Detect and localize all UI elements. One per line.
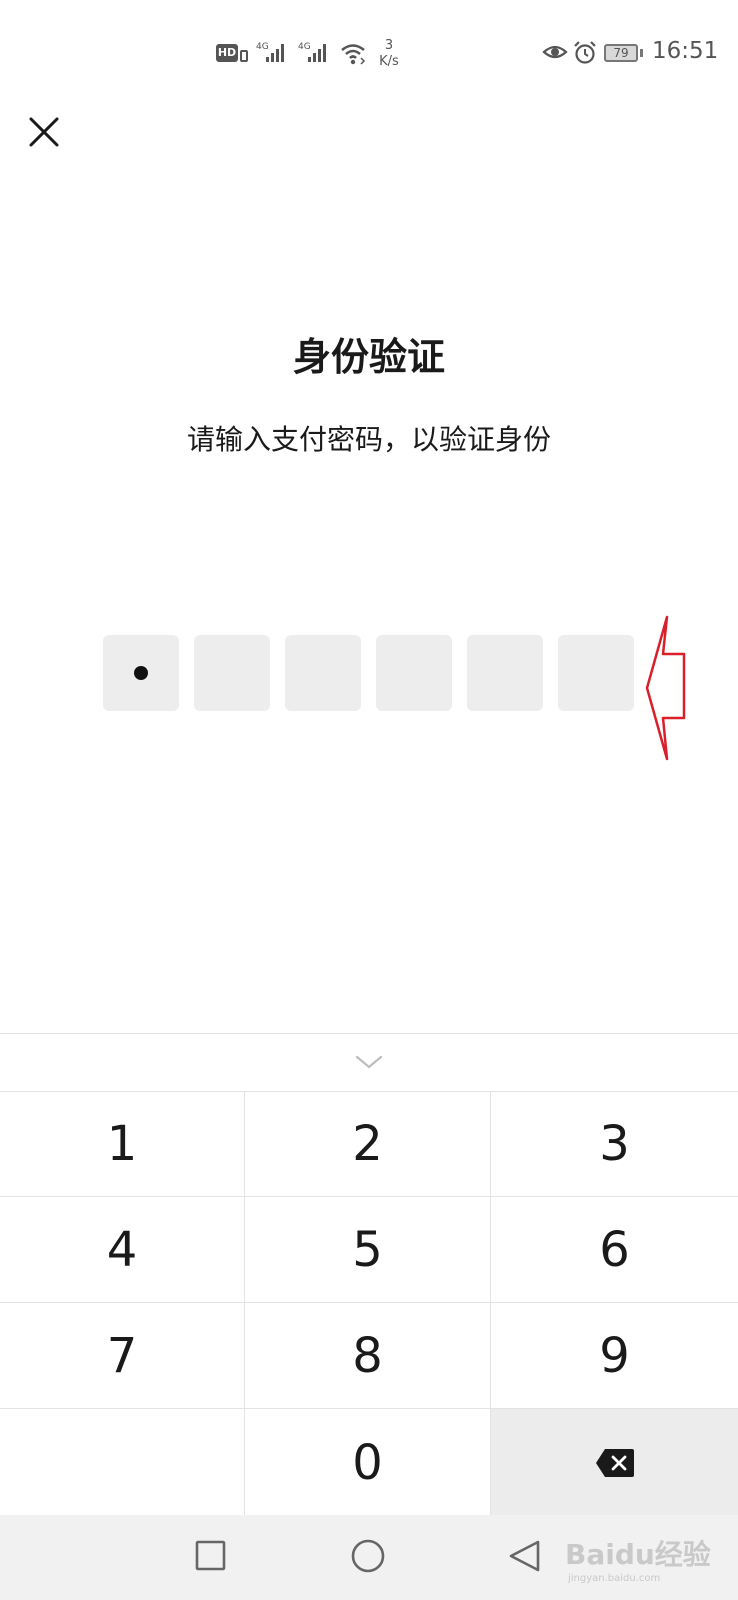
hd-icon: HD: [216, 44, 238, 62]
annotation-arrow-icon: [645, 615, 686, 761]
status-bar: HD 4G 4G 3 K/s 79 16:51: [0, 0, 738, 106]
key-4[interactable]: 4: [0, 1197, 245, 1303]
pin-box: [285, 635, 361, 711]
key-0[interactable]: 0: [245, 1409, 491, 1516]
pin-input[interactable]: [103, 635, 635, 711]
pin-dot: [134, 666, 148, 680]
key-3[interactable]: 3: [491, 1092, 738, 1197]
backspace-icon: [595, 1448, 634, 1477]
net-speed-value: 3: [384, 38, 394, 53]
delete-key[interactable]: [491, 1409, 738, 1516]
key-2[interactable]: 2: [245, 1092, 491, 1197]
numeric-keypad: 1 2 3 4 5 6 7 8 9 0: [0, 1091, 738, 1516]
key-1[interactable]: 1: [0, 1092, 245, 1197]
watermark-logo: Baidu经验: [565, 1538, 711, 1571]
back-button[interactable]: [508, 1539, 542, 1575]
chevron-down-icon: [355, 1055, 383, 1069]
clock: 16:51: [652, 38, 719, 64]
home-button[interactable]: [350, 1539, 386, 1575]
pin-box: [194, 635, 270, 711]
net-speed-unit: K/s: [379, 54, 399, 69]
pin-box: [376, 635, 452, 711]
alarm-icon: [574, 41, 596, 64]
system-nav-bar: Baidu经验 jingyan.baidu.com: [0, 1515, 738, 1600]
key-9[interactable]: 9: [491, 1303, 738, 1409]
network-type-label: 4G: [256, 42, 269, 52]
battery-icon: 79: [604, 44, 638, 62]
pin-box: [103, 635, 179, 711]
signal-icon: 4G: [256, 42, 284, 62]
battery-tip: [640, 49, 643, 57]
net-speed: 3 K/s: [372, 38, 406, 70]
key-5[interactable]: 5: [245, 1197, 491, 1303]
close-icon: [29, 117, 59, 147]
page-subtitle: 请输入支付密码，以验证身份: [186, 423, 551, 456]
screen: HD 4G 4G 3 K/s 79 16:51 身份验证 请输入支付密码，以验证…: [0, 0, 738, 1600]
network-type-label: 4G: [298, 42, 311, 52]
key-8[interactable]: 8: [245, 1303, 491, 1409]
pin-box: [558, 635, 634, 711]
close-button[interactable]: [24, 112, 64, 152]
eye-icon: [542, 45, 568, 59]
key-blank: [0, 1409, 245, 1516]
recent-apps-button[interactable]: [195, 1539, 227, 1573]
wifi-icon: [341, 44, 366, 65]
key-6[interactable]: 6: [491, 1197, 738, 1303]
pin-box: [467, 635, 543, 711]
hd-call-icon: [240, 50, 248, 62]
keypad-collapse-bar[interactable]: [0, 1033, 738, 1091]
signal-icon: 4G: [298, 42, 326, 62]
key-7[interactable]: 7: [0, 1303, 245, 1409]
watermark-url: jingyan.baidu.com: [568, 1573, 661, 1584]
page-title: 身份验证: [292, 335, 445, 379]
